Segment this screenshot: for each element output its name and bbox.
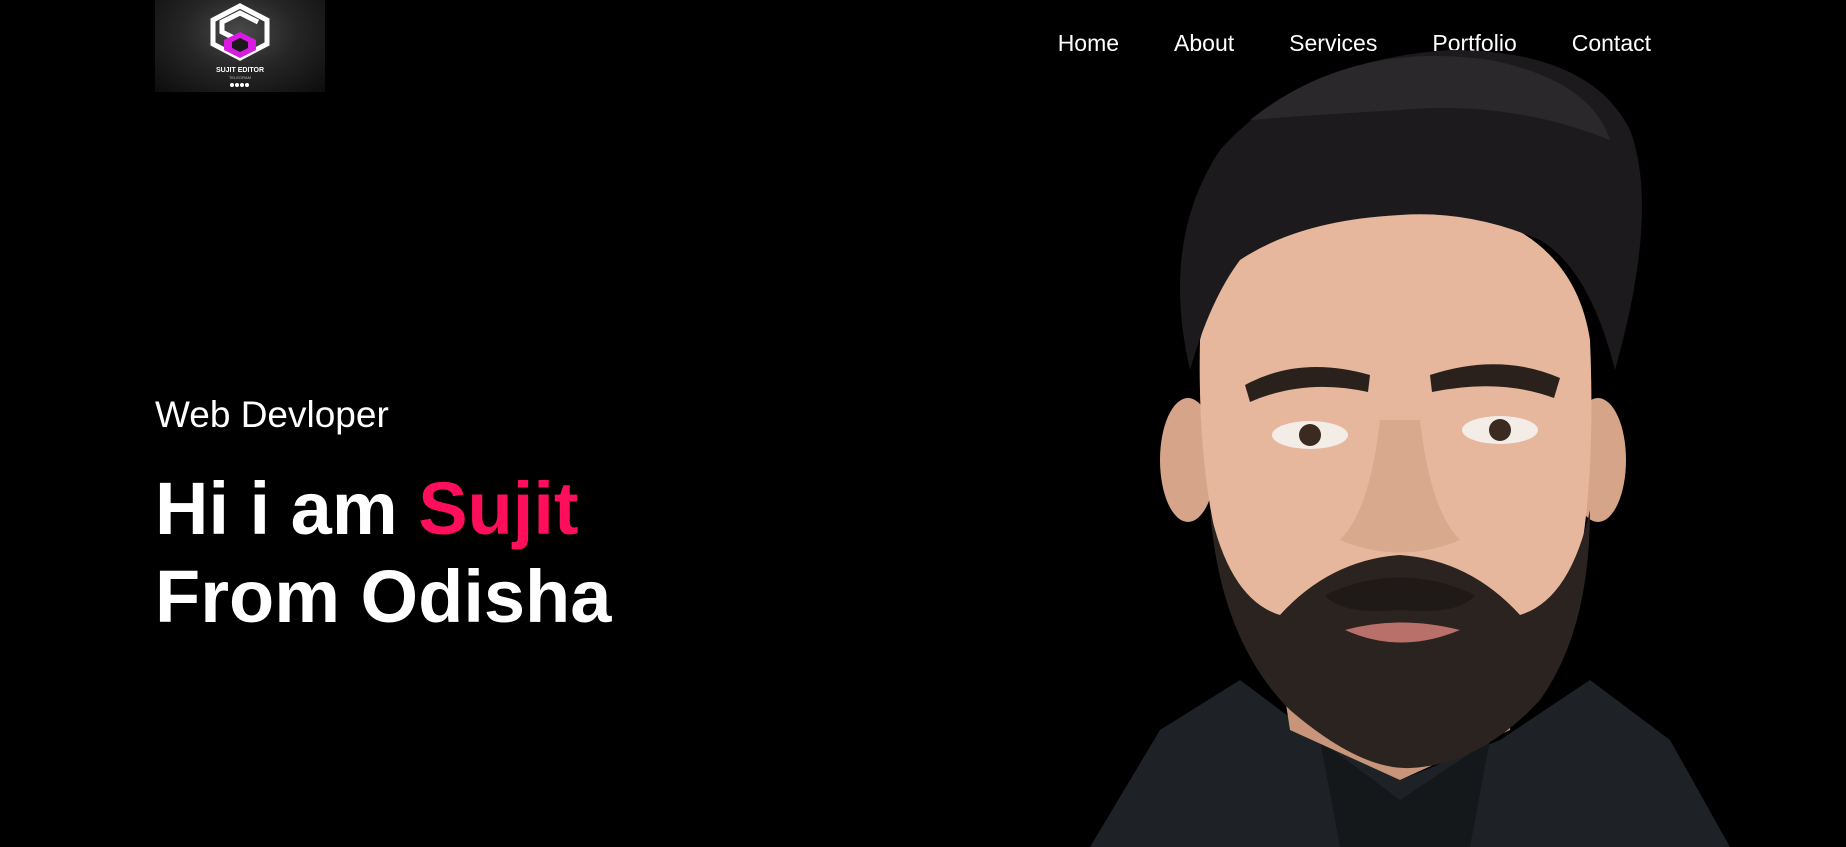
profile-portrait-image: [1090, 50, 1730, 847]
page: SUJIT EDITOR TELEGRAM Home About Service…: [0, 0, 1846, 847]
logo-text: SUJIT EDITOR: [216, 67, 264, 74]
site-logo[interactable]: SUJIT EDITOR TELEGRAM: [155, 0, 325, 92]
logo-subtext: TELEGRAM: [229, 75, 251, 80]
hero-title: Hi i am Sujit From Odisha: [155, 465, 611, 641]
sujit-editor-logo-icon: SUJIT EDITOR TELEGRAM: [210, 3, 270, 87]
hero-title-prefix: Hi i am: [155, 467, 419, 550]
hero-title-name: Sujit: [418, 467, 579, 550]
hero-subtitle: Web Devloper: [155, 394, 389, 435]
hero-title-line2: From Odisha: [155, 555, 612, 638]
